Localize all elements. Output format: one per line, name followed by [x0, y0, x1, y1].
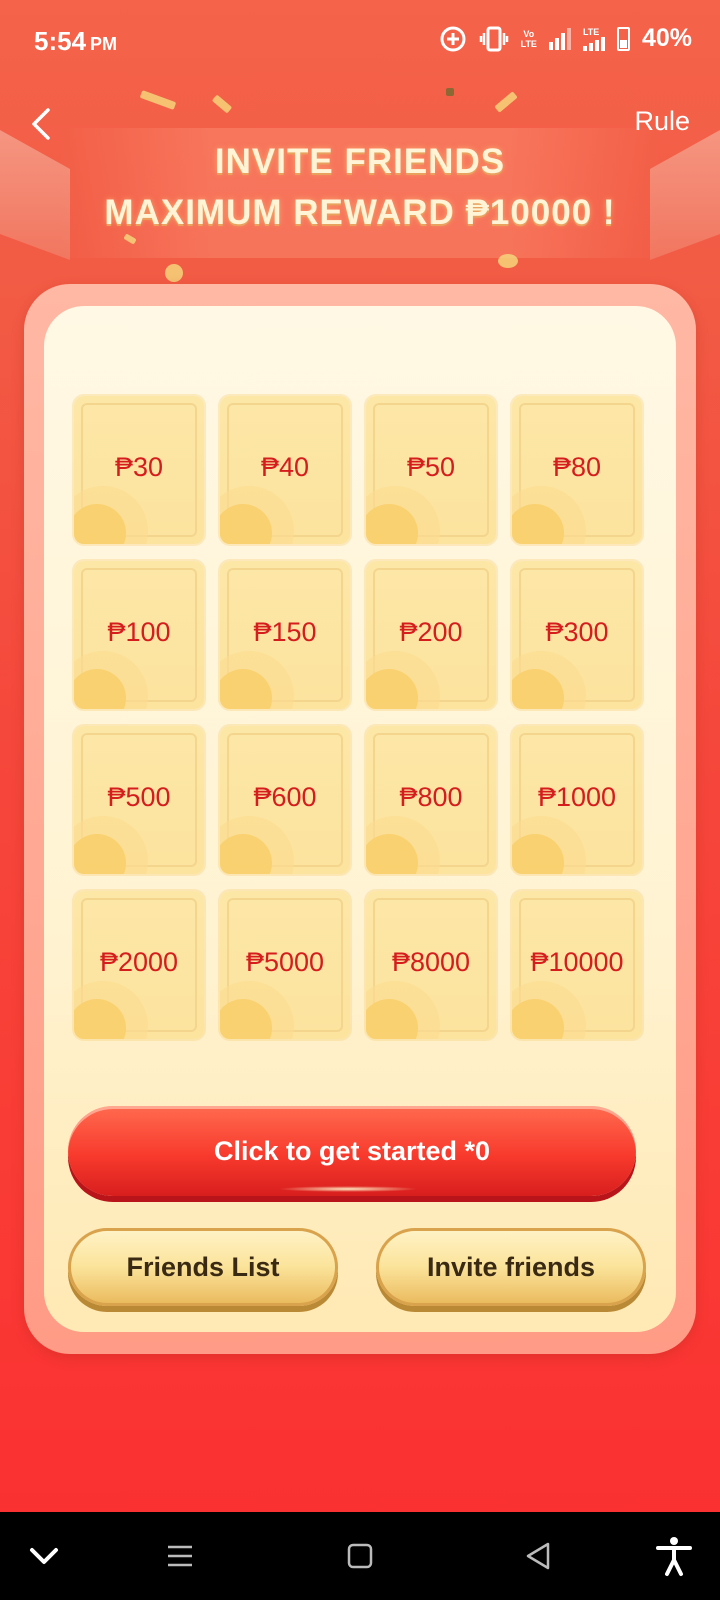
reward-tile: ₱8000	[366, 891, 496, 1039]
status-icons: Vo LTE LTE 40%	[439, 24, 692, 53]
reward-tile: ₱10000	[512, 891, 642, 1039]
reward-tile: ₱1000	[512, 726, 642, 874]
get-started-button[interactable]: Click to get started *0	[68, 1106, 636, 1196]
system-navigation-bar	[0, 1512, 720, 1600]
reward-tile: ₱800	[366, 726, 496, 874]
status-bar: 5:54 PM Vo LTE LTE 40%	[0, 0, 720, 84]
signal-icon	[548, 27, 571, 50]
reward-tile: ₱2000	[74, 891, 204, 1039]
confetti	[139, 90, 177, 110]
home-square-icon[interactable]	[338, 1534, 382, 1578]
confetti	[165, 264, 183, 282]
reward-tile: ₱300	[512, 561, 642, 709]
page-title-line1: INVITE FRIENDS	[214, 142, 506, 181]
data-saver-icon	[440, 26, 466, 51]
rule-link[interactable]: Rule	[634, 106, 690, 137]
back-triangle-icon[interactable]	[516, 1534, 560, 1578]
reward-grid: ₱30 ₱40 ₱50 ₱80 ₱100 ₱150 ₱200 ₱300 ₱500…	[74, 396, 646, 1044]
reward-tile: ₱150	[220, 561, 350, 709]
reward-tile: ₱500	[74, 726, 204, 874]
reward-tile: ₱100	[74, 561, 204, 709]
reward-tile: ₱30	[74, 396, 204, 544]
confetti	[211, 94, 233, 114]
reward-tile: ₱80	[512, 396, 642, 544]
confetti	[494, 91, 518, 113]
vibrate-icon	[479, 26, 508, 51]
battery-percent: 40%	[641, 24, 692, 52]
volte-icon: Vo LTE	[520, 28, 537, 49]
invite-friends-button[interactable]: Invite friends	[376, 1228, 646, 1306]
reward-tile: ₱600	[220, 726, 350, 874]
friends-list-button[interactable]: Friends List	[68, 1228, 338, 1306]
menu-icon[interactable]	[158, 1534, 202, 1578]
confetti	[446, 88, 454, 96]
reward-tile: ₱200	[366, 561, 496, 709]
clock: 5:54 PM	[34, 26, 118, 56]
confetti	[498, 254, 518, 268]
reward-tile: ₱5000	[220, 891, 350, 1039]
reward-tile: ₱50	[366, 396, 496, 544]
back-button[interactable]	[22, 104, 62, 144]
signal-lte-icon: LTE	[582, 27, 605, 51]
battery-charging-icon	[616, 26, 630, 51]
accessibility-icon[interactable]	[652, 1534, 696, 1578]
page-title-line2: MAXIMUM REWARD ₱10000 !	[104, 193, 616, 232]
chevron-down-icon[interactable]	[22, 1534, 66, 1578]
reward-tile: ₱40	[220, 396, 350, 544]
